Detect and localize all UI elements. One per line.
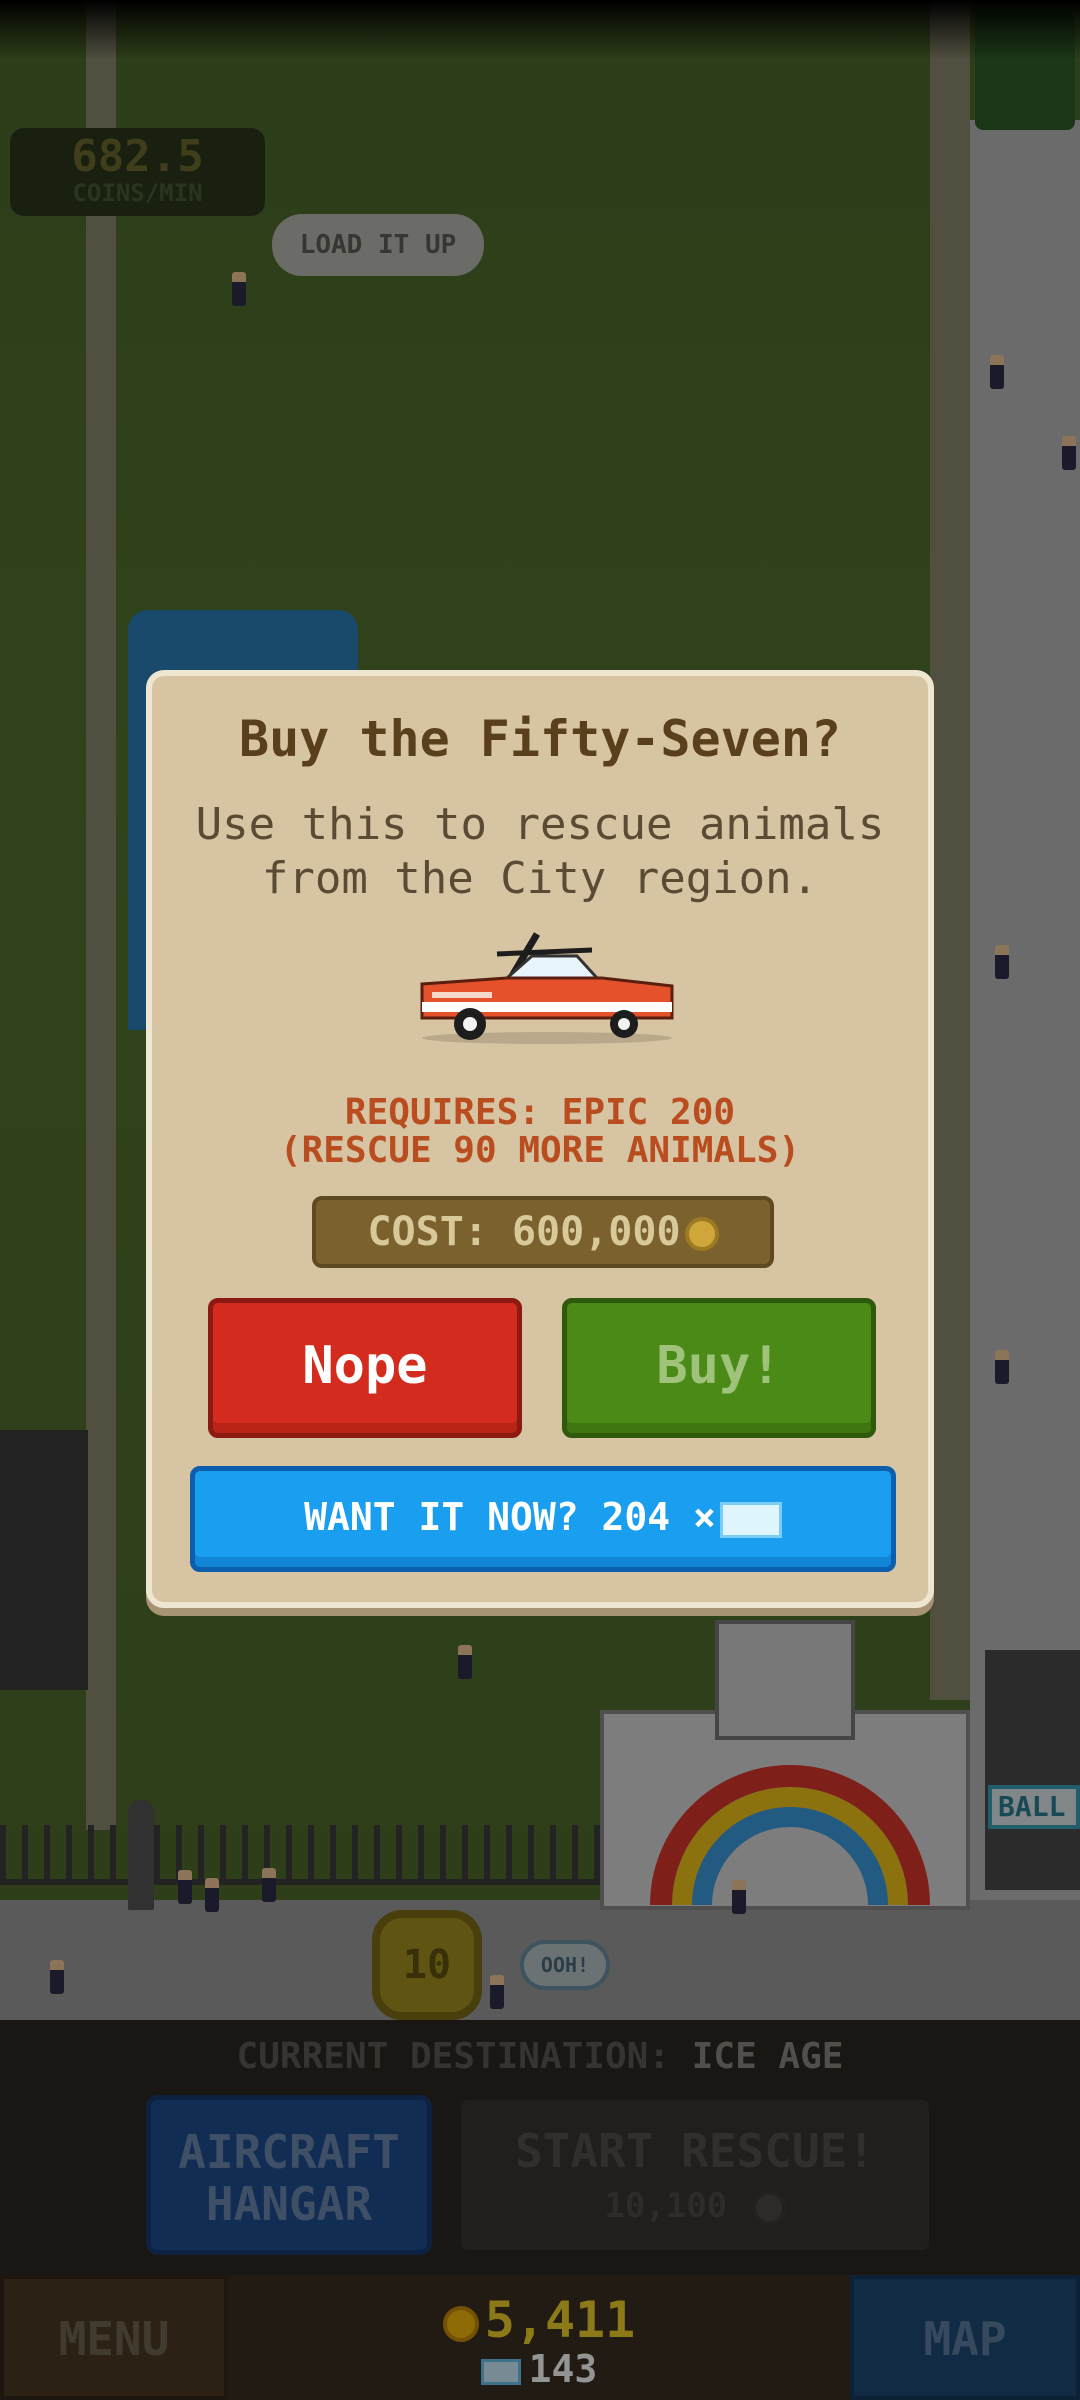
cost-text: COST: 600,000 bbox=[367, 1209, 681, 1255]
description-line: Use this to rescue animals bbox=[195, 799, 885, 850]
want-it-now-button[interactable]: WANT IT NOW? 204 × bbox=[190, 1466, 896, 1572]
nope-button[interactable]: Nope bbox=[208, 1298, 522, 1438]
requirement-line: REQUIRES: EPIC 200 bbox=[344, 1092, 736, 1133]
purchase-dialog: Buy the Fifty-Seven? Use this to rescue … bbox=[146, 670, 934, 1608]
dialog-description: Use this to rescue animals from the City… bbox=[192, 798, 888, 906]
coin-icon bbox=[684, 1217, 719, 1251]
want-it-now-label: WANT IT NOW? 204 × bbox=[304, 1495, 716, 1539]
buy-button[interactable]: Buy! bbox=[562, 1298, 876, 1438]
requirement-line: (RESCUE 90 MORE ANIMALS) bbox=[279, 1130, 801, 1171]
cost-display: COST: 600,000 bbox=[312, 1196, 774, 1268]
requirement-text: REQUIRES: EPIC 200 (RESCUE 90 MORE ANIMA… bbox=[172, 1094, 908, 1170]
fifty-seven-car-image bbox=[420, 932, 674, 1044]
ticket-icon bbox=[719, 1501, 782, 1538]
dialog-title: Buy the Fifty-Seven? bbox=[238, 710, 842, 768]
description-line: from the City region. bbox=[261, 853, 819, 904]
